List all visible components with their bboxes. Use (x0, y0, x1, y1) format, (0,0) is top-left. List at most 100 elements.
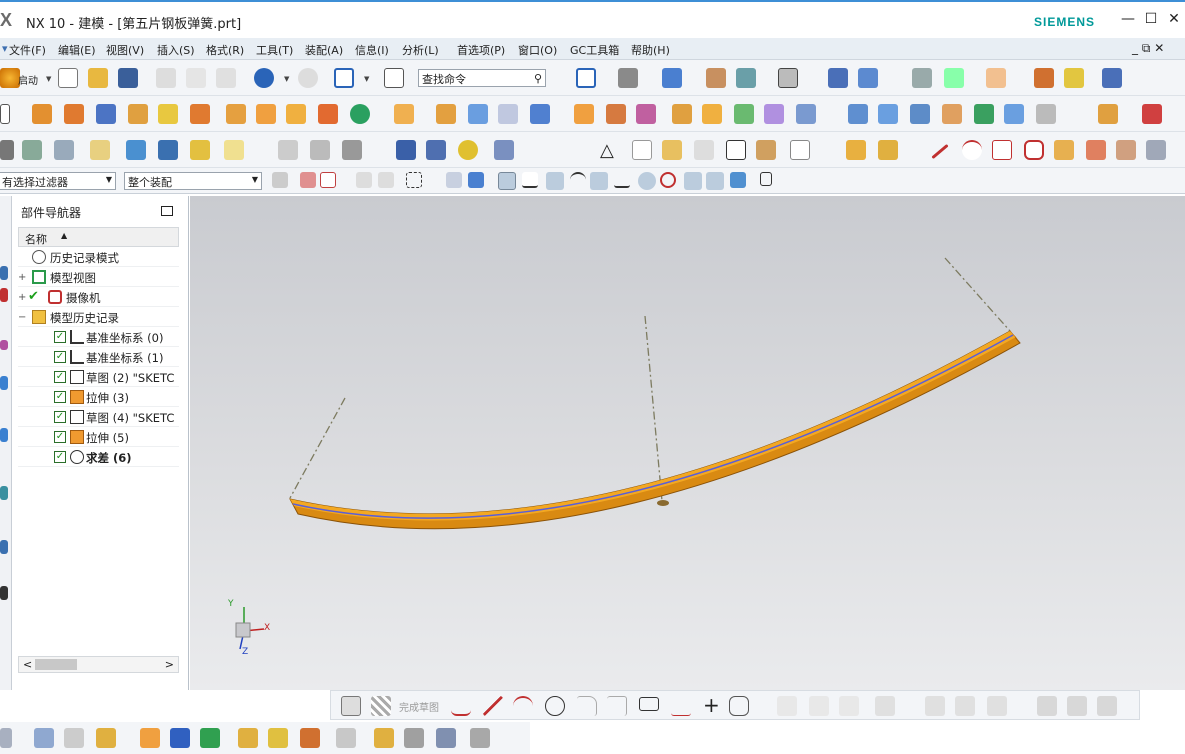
snap-face-icon[interactable] (730, 172, 746, 188)
snap-arc-icon[interactable] (570, 172, 586, 188)
tree-node-model-views[interactable]: + 模型视图 (18, 267, 179, 287)
scale-body-icon[interactable] (636, 104, 656, 124)
arc-icon[interactable] (513, 696, 533, 716)
feature-select-icon[interactable] (468, 172, 484, 188)
snap-intersection-icon[interactable] (614, 172, 630, 188)
snap-circle-icon[interactable] (660, 172, 676, 188)
tree-node-feature[interactable]: ✓ 基准坐标系 (1) (18, 347, 179, 367)
menu-window[interactable]: 窗口(O) (518, 42, 557, 58)
roles-icon[interactable] (0, 586, 8, 600)
extract-curve-icon[interactable] (1146, 140, 1166, 160)
abc-text-icon[interactable] (224, 140, 244, 160)
revolve-icon[interactable] (64, 104, 84, 124)
snap-on-curve-icon[interactable] (706, 172, 724, 190)
reuse-library-icon[interactable] (0, 340, 8, 350)
gears-icon[interactable] (694, 140, 714, 160)
curve-mesh-icon[interactable] (878, 104, 898, 124)
tree-node-feature[interactable]: ✓ 基准坐标系 (0) (18, 327, 179, 347)
add-component-icon[interactable] (34, 728, 54, 748)
tree-node-history-mode[interactable]: 历史记录模式 (18, 247, 179, 267)
undo-icon[interactable] (254, 68, 274, 88)
rectangle-icon[interactable] (639, 697, 659, 711)
reference-set-icon[interactable] (336, 728, 356, 748)
sheet-metal-icon[interactable] (662, 140, 682, 160)
visibility-checkbox[interactable]: ✓ (54, 351, 66, 363)
play-animation-icon[interactable] (1102, 68, 1122, 88)
swept-icon[interactable] (910, 104, 930, 124)
maximize-icon[interactable]: ☐ (1143, 11, 1159, 27)
auto-constraint-icon[interactable] (955, 696, 975, 716)
paste-icon[interactable] (216, 68, 236, 88)
tree-node-feature-current[interactable]: ✓ 求差 (6) (18, 447, 179, 467)
menu-gc-toolbox[interactable]: GC工具箱 (570, 42, 619, 58)
trim-sheet-icon[interactable] (1036, 104, 1056, 124)
symbol-icon[interactable] (278, 140, 298, 160)
system-materials-icon[interactable] (0, 540, 8, 554)
visibility-checkbox[interactable]: ✓ (54, 371, 66, 383)
sketch-task-icon[interactable] (341, 696, 361, 716)
constraint-icon[interactable] (925, 696, 945, 716)
scroll-right-icon[interactable]: > (165, 658, 174, 671)
menu-tools[interactable]: 工具(T) (256, 42, 293, 58)
copy-layer-icon[interactable] (54, 140, 74, 160)
selection-scope-dropdown[interactable]: 整个装配 ▼ (124, 172, 262, 190)
snap-point-icon[interactable] (684, 172, 702, 190)
chamfer-sketch-icon[interactable] (607, 696, 627, 716)
wcs-icon[interactable] (986, 68, 1006, 88)
layer-settings-icon[interactable] (912, 68, 932, 88)
assembly-constraints-icon[interactable] (0, 728, 12, 748)
triangle-icon[interactable]: △ (600, 140, 614, 161)
show-constraints-icon[interactable] (987, 696, 1007, 716)
orient-view-icon[interactable] (828, 68, 848, 88)
edge-blend-icon[interactable] (394, 104, 414, 124)
drawing-icon[interactable] (726, 140, 746, 160)
line-icon[interactable] (931, 143, 949, 160)
polygon-icon[interactable] (671, 696, 691, 716)
type-filter-dropdown[interactable]: 有选择过滤器 ▼ (0, 172, 116, 190)
cylinder-spring-icon[interactable] (396, 140, 416, 160)
circle-icon[interactable] (545, 696, 565, 716)
gear-icon[interactable] (342, 140, 362, 160)
draft-icon[interactable] (498, 104, 518, 124)
routing-icon[interactable] (404, 728, 424, 748)
info-icon[interactable] (384, 68, 404, 88)
chamfer-icon[interactable] (436, 104, 456, 124)
select-face-icon[interactable] (356, 172, 372, 188)
move-to-layer-icon[interactable] (944, 68, 964, 88)
pattern-icon[interactable] (286, 104, 306, 124)
fillet-icon[interactable] (577, 696, 597, 716)
stack-blocks-icon[interactable] (846, 140, 866, 160)
graphics-window[interactable]: Y X Z (190, 196, 1185, 690)
chain-link-icon[interactable] (374, 728, 394, 748)
sphere-icon[interactable] (190, 104, 210, 124)
menu-analysis[interactable]: 分析(L) (402, 42, 439, 58)
tree-node-model-history[interactable]: − 模型历史记录 (18, 307, 179, 327)
sort-ascending-icon[interactable]: ▲ (61, 231, 67, 240)
minimize-icon[interactable]: — (1120, 11, 1136, 27)
select-all-icon[interactable] (300, 172, 316, 188)
line-icon[interactable] (483, 696, 503, 716)
web-browser-icon[interactable] (0, 428, 8, 442)
zoom-fit-icon[interactable] (576, 68, 596, 88)
select-point-icon[interactable] (320, 172, 336, 188)
visibility-checkbox[interactable]: ✓ (54, 391, 66, 403)
hd3d-tools-icon[interactable] (0, 376, 8, 390)
move-face-icon[interactable] (672, 104, 692, 124)
snap-quadrant-icon[interactable] (590, 172, 608, 190)
undo-dropdown-icon[interactable]: ▼ (284, 75, 289, 83)
visibility-checkbox[interactable]: ✓ (54, 411, 66, 423)
shaded-view-icon[interactable] (662, 68, 682, 88)
scroll-left-icon[interactable]: < (23, 658, 32, 671)
quick-extend-icon[interactable] (809, 696, 829, 716)
offset-sketch-icon[interactable] (729, 696, 749, 716)
scrollbar-thumb[interactable] (35, 659, 77, 670)
trim-body-icon[interactable] (530, 104, 550, 124)
start-icon[interactable] (0, 68, 20, 88)
n-sided-surface-icon[interactable] (942, 104, 962, 124)
tree-node-feature[interactable]: ✓ 草图 (2) "SKETC (18, 367, 179, 387)
clearance-analysis-icon[interactable] (470, 728, 490, 748)
visibility-checkbox[interactable]: ✓ (54, 431, 66, 443)
point-icon[interactable]: + (703, 693, 720, 717)
finish-sketch-flag-icon[interactable] (371, 696, 391, 716)
assembly-remove-icon[interactable] (1142, 104, 1162, 124)
